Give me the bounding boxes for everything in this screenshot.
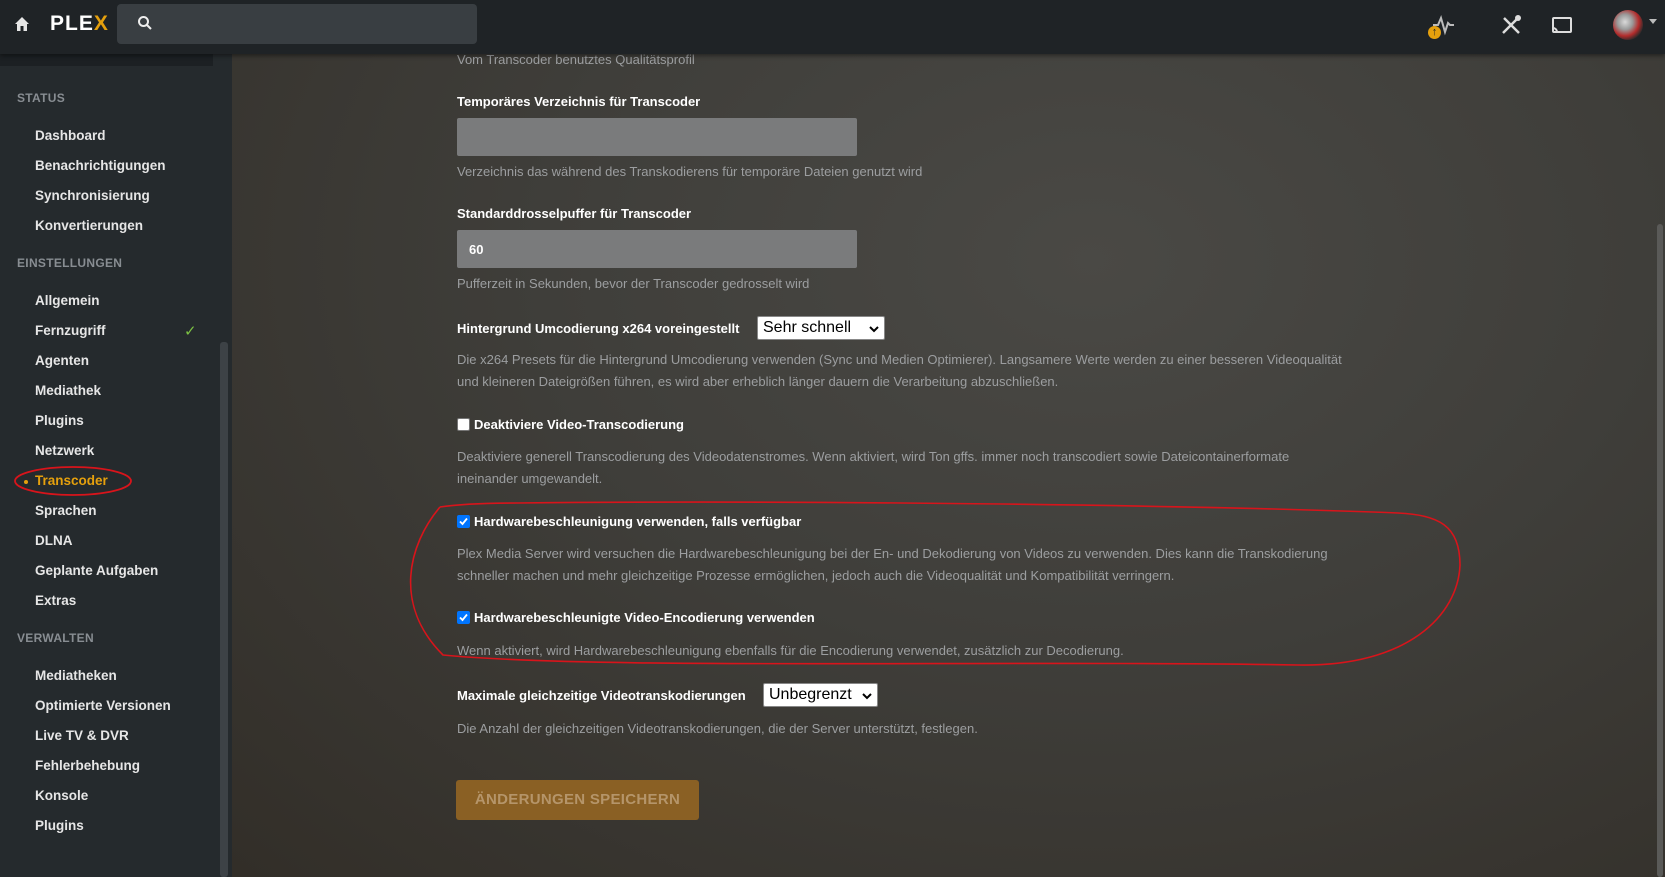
check-icon: ✓ — [184, 323, 197, 340]
x264-preset-help-2: und kleineren Dateigrößen führen, es wir… — [457, 374, 1059, 389]
max-transcodes-help: Die Anzahl der gleichzeitigen Videotrans… — [457, 721, 978, 736]
hw-encoding-help: Wenn aktiviert, wird Hardwarebeschleunig… — [457, 643, 1124, 658]
throttle-buffer-help: Pufferzeit in Sekunden, bevor der Transc… — [457, 276, 810, 291]
sidebar-item-geplante-aufgaben[interactable]: Geplante Aufgaben — [35, 563, 158, 578]
sidebar-item-plugins[interactable]: Plugins — [35, 413, 84, 428]
temp-dir-help: Verzeichnis das während des Transkodiere… — [457, 164, 923, 179]
chevron-down-icon[interactable] — [1649, 19, 1657, 24]
disable-video-transcoding-label: Deaktiviere Video-Transcodierung — [474, 417, 684, 432]
x264-preset-help-1: Die x264 Presets für die Hintergrund Umc… — [457, 352, 1342, 367]
update-badge-icon: ↑ — [1428, 26, 1441, 39]
disable-video-transcoding-help-1: Deaktiviere generell Transcodierung des … — [457, 449, 1290, 464]
sidebar-divider — [0, 54, 213, 66]
sidebar-item-netzwerk[interactable]: Netzwerk — [35, 443, 94, 458]
sidebar-item-live-tv-dvr[interactable]: Live TV & DVR — [35, 728, 129, 743]
sidebar-item-mediatheken[interactable]: Mediatheken — [35, 668, 117, 683]
plex-logo[interactable]: PLEX — [50, 12, 109, 36]
search-icon — [137, 15, 153, 36]
sidebar-item-agenten[interactable]: Agenten — [35, 353, 89, 368]
home-icon[interactable] — [12, 14, 32, 34]
hw-acceleration-checkbox[interactable] — [457, 515, 470, 528]
sidebar-scrollbar[interactable] — [220, 342, 228, 877]
hw-acceleration-help-2: schneller machen und mehr gleichzeitige … — [457, 568, 1175, 583]
sidebar-item-plugins-manage[interactable]: Plugins — [35, 818, 84, 833]
throttle-buffer-input[interactable] — [457, 230, 857, 268]
temp-dir-label: Temporäres Verzeichnis für Transcoder — [457, 94, 701, 109]
sidebar-item-fehlerbehebung[interactable]: Fehlerbehebung — [35, 758, 140, 773]
sidebar-item-optimierte-versionen[interactable]: Optimierte Versionen — [35, 698, 171, 713]
top-bar: PLEX ↑ — [0, 0, 1665, 54]
hw-acceleration-label: Hardwarebeschleunigung verwenden, falls … — [474, 514, 802, 529]
max-transcodes-value: Unbegrenzt — [769, 686, 852, 703]
sidebar-item-fernzugriff[interactable]: Fernzugriff — [35, 323, 106, 338]
throttle-buffer-label: Standarddrosselpuffer für Transcoder — [457, 206, 692, 221]
sidebar-item-dashboard[interactable]: Dashboard — [35, 128, 106, 143]
x264-preset-label: Hintergrund Umcodierung x264 voreingeste… — [457, 321, 740, 336]
sidebar-item-allgemein[interactable]: Allgemein — [35, 293, 100, 308]
activity-icon[interactable]: ↑ — [1428, 12, 1456, 39]
save-changes-button[interactable]: Änderungen speichern — [456, 780, 699, 820]
sidebar-item-konvertierungen[interactable]: Konvertierungen — [35, 218, 143, 233]
sidebar-item-mediathek[interactable]: Mediathek — [35, 383, 101, 398]
settings-sidebar: Status Dashboard Benachrichtigungen Sync… — [0, 54, 232, 877]
sidebar-item-benachrichtigungen[interactable]: Benachrichtigungen — [35, 158, 166, 173]
sidebar-item-synchronisierung[interactable]: Synchronisierung — [35, 188, 150, 203]
sidebar-item-sprachen[interactable]: Sprachen — [35, 503, 97, 518]
x264-preset-value: Sehr schnell — [763, 319, 852, 336]
disable-video-transcoding-help-2: ineinander umgewandelt. — [457, 471, 603, 486]
sidebar-item-extras[interactable]: Extras — [35, 593, 76, 608]
sidebar-item-transcoder[interactable]: Transcoder — [24, 473, 108, 488]
section-heading-einstellungen: Einstellungen — [17, 256, 123, 270]
hw-encoding-checkbox[interactable] — [457, 611, 470, 624]
search-input[interactable] — [117, 4, 477, 44]
cast-icon[interactable] — [1549, 12, 1575, 38]
hw-encoding-label: Hardwarebeschleunigte Video-Encodierung … — [474, 610, 815, 625]
hw-acceleration-help-1: Plex Media Server wird versuchen die Har… — [457, 546, 1328, 561]
sidebar-item-dlna[interactable]: DLNA — [35, 533, 73, 548]
sidebar-item-konsole[interactable]: Konsole — [35, 788, 88, 803]
max-transcodes-select[interactable]: Unbegrenzt — [763, 683, 878, 707]
main-scrollbar[interactable] — [1657, 224, 1663, 877]
x264-preset-select[interactable]: Sehr schnell — [757, 316, 885, 340]
chevron-down-icon — [869, 321, 879, 343]
temp-dir-input[interactable] — [457, 118, 857, 156]
settings-wrench-icon[interactable] — [1498, 12, 1524, 38]
section-heading-verwalten: Verwalten — [17, 631, 94, 645]
max-transcodes-label: Maximale gleichzeitige Videotranskodieru… — [457, 688, 746, 703]
section-heading-status: Status — [17, 91, 66, 105]
chevron-down-icon — [862, 688, 872, 710]
avatar[interactable] — [1613, 10, 1643, 40]
disable-video-transcoding-checkbox[interactable] — [457, 418, 470, 431]
